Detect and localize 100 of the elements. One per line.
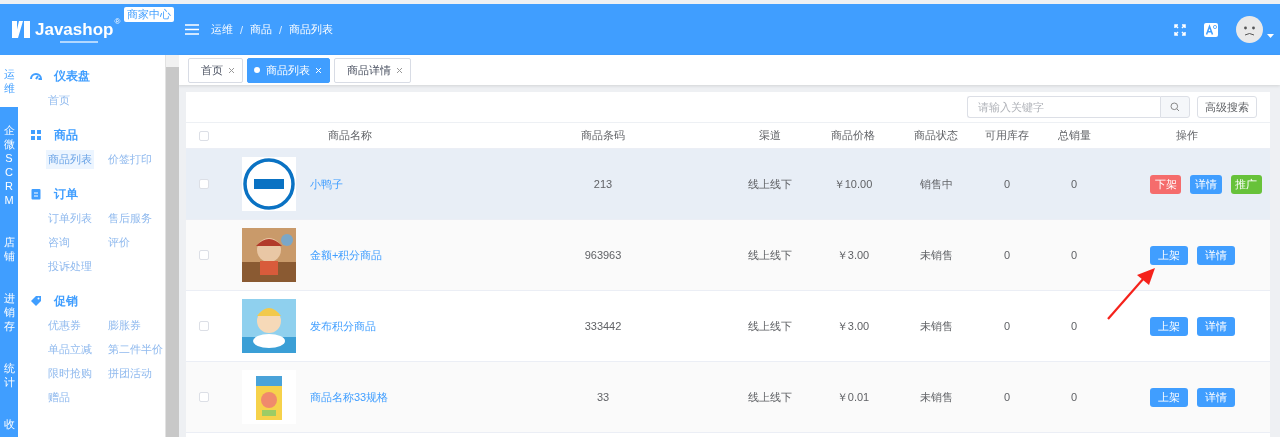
column-header: 渠道	[759, 128, 781, 143]
rail-item[interactable]: 进销存	[0, 279, 18, 345]
rail-item[interactable]: 收	[0, 405, 18, 437]
checkbox[interactable]	[199, 321, 209, 331]
menu-item[interactable]: 订单列表	[46, 209, 94, 228]
table-cell: ￥10.00	[833, 176, 873, 192]
action-button[interactable]: 详情	[1190, 174, 1222, 194]
tagline-line	[60, 41, 98, 43]
scrollbar[interactable]	[165, 55, 179, 437]
checkbox[interactable]	[199, 250, 209, 260]
table-cell: 0	[1003, 391, 1011, 403]
menu-group-title[interactable]: 订单	[54, 185, 78, 203]
table-cell: 0	[1070, 320, 1078, 332]
search-field[interactable]: 请输入关键字	[967, 96, 1160, 118]
menu-item[interactable]: 单品立减	[46, 340, 94, 359]
action-button[interactable]: 详情	[1197, 316, 1235, 336]
product-name-link[interactable]: 发布积分商品	[310, 318, 376, 334]
menu-group-title[interactable]: 促销	[54, 292, 78, 310]
action-button[interactable]: 详情	[1197, 387, 1235, 407]
column-header: 商品条码	[581, 128, 625, 143]
grid-icon	[30, 129, 42, 141]
registered-mark: ®	[114, 17, 121, 26]
menu-item[interactable]: 投诉处理	[46, 257, 94, 276]
table-cell: 销售中	[919, 176, 953, 192]
rail-item[interactable]: 店铺	[0, 223, 18, 275]
menu-icon[interactable]	[185, 24, 199, 35]
table-cell: 0	[1070, 178, 1078, 190]
table-cell: 未销售	[919, 318, 953, 334]
rail-item[interactable]: 企微SCRM	[0, 111, 18, 219]
page-tab[interactable]: 商品列表	[247, 57, 330, 83]
table-cell: ￥0.01	[836, 389, 870, 405]
close-icon[interactable]	[397, 67, 402, 73]
table-cell: 未销售	[919, 247, 953, 263]
search-button[interactable]	[1160, 96, 1190, 118]
rail-item[interactable]: 统计	[0, 349, 18, 401]
table-cell: 线上线下	[748, 318, 792, 334]
merchant-badge: 商家中心	[124, 7, 174, 22]
menu-item[interactable]: 价签打印	[106, 150, 154, 169]
menu-item[interactable]: 咨询	[46, 233, 72, 252]
table-cell: 线上线下	[748, 389, 792, 405]
clipboard-icon	[30, 188, 42, 200]
action-button[interactable]: 详情	[1197, 245, 1235, 265]
column-header: 可用库存	[985, 128, 1029, 143]
column-header: 商品名称	[328, 128, 372, 143]
table-cell: 0	[1070, 391, 1078, 403]
tag-icon	[30, 295, 42, 307]
breadcrumb-item[interactable]: 运维	[211, 22, 233, 37]
table-cell: 线上线下	[748, 247, 792, 263]
annotation-arrow	[1106, 268, 1156, 320]
search-icon	[1170, 102, 1180, 112]
table-cell: ￥3.00	[836, 318, 870, 334]
table-cell: ￥3.00	[836, 247, 870, 263]
checkbox[interactable]	[199, 392, 209, 402]
action-button[interactable]: 上架	[1150, 387, 1188, 407]
menu-item[interactable]: 评价	[106, 233, 132, 252]
table-cell: 213	[593, 178, 613, 190]
table-cell: 0	[1070, 249, 1078, 261]
breadcrumb-separator: /	[240, 23, 244, 36]
table-cell: 线上线下	[748, 176, 792, 192]
close-icon[interactable]	[229, 67, 234, 73]
table-cell: 333442	[584, 320, 622, 332]
table-cell: 0	[1003, 320, 1011, 332]
breadcrumb-item[interactable]: 商品列表	[289, 22, 334, 37]
menu-item[interactable]: 优惠券	[46, 316, 83, 335]
action-button[interactable]: 下架	[1150, 174, 1182, 194]
action-button[interactable]: 上架	[1150, 316, 1188, 336]
menu-group-title[interactable]: 商品	[54, 126, 78, 144]
brand-name: Javashop	[35, 19, 114, 40]
advanced-search-button[interactable]: 高级搜索	[1197, 96, 1257, 118]
checkbox[interactable]	[199, 130, 209, 141]
rail-item[interactable]: 运维	[0, 55, 18, 107]
menu-item[interactable]: 赠品	[46, 388, 72, 407]
product-name-link[interactable]: 小鸭子	[310, 176, 343, 192]
action-button[interactable]: 上架	[1150, 245, 1188, 265]
table-cell: 未销售	[919, 389, 953, 405]
page-tab[interactable]: 首页	[188, 57, 243, 83]
action-button[interactable]: 推广	[1230, 174, 1262, 194]
avatar-icon[interactable]	[1236, 16, 1263, 43]
page-tab[interactable]: 商品详情	[334, 57, 411, 83]
menu-item[interactable]: 商品列表	[46, 150, 94, 169]
caret-icon[interactable]	[1267, 34, 1274, 39]
product-name-link[interactable]: 商品名称33规格	[310, 389, 389, 405]
menu-item[interactable]: 拼团活动	[106, 364, 154, 383]
menu-item[interactable]: 第二件半价	[106, 340, 165, 359]
menu-item[interactable]: 首页	[46, 91, 72, 110]
fullscreen-icon[interactable]	[1174, 23, 1186, 36]
translate-icon[interactable]	[1204, 22, 1218, 37]
checkbox[interactable]	[199, 179, 209, 189]
menu-item[interactable]: 限时抢购	[46, 364, 94, 383]
breadcrumb-item[interactable]: 商品	[250, 22, 273, 37]
gauge-icon	[30, 70, 42, 82]
menu-item[interactable]: 售后服务	[106, 209, 154, 228]
product-name-link[interactable]: 金额+积分商品	[310, 247, 383, 263]
menu-item[interactable]: 膨胀券	[106, 316, 143, 335]
table-cell: 963963	[584, 249, 622, 261]
logo-icon	[12, 21, 30, 38]
column-header: 操作	[1176, 128, 1198, 143]
menu-group-title[interactable]: 仪表盘	[54, 67, 90, 85]
column-header: 商品价格	[831, 128, 875, 143]
column-header: 总销量	[1057, 128, 1091, 143]
